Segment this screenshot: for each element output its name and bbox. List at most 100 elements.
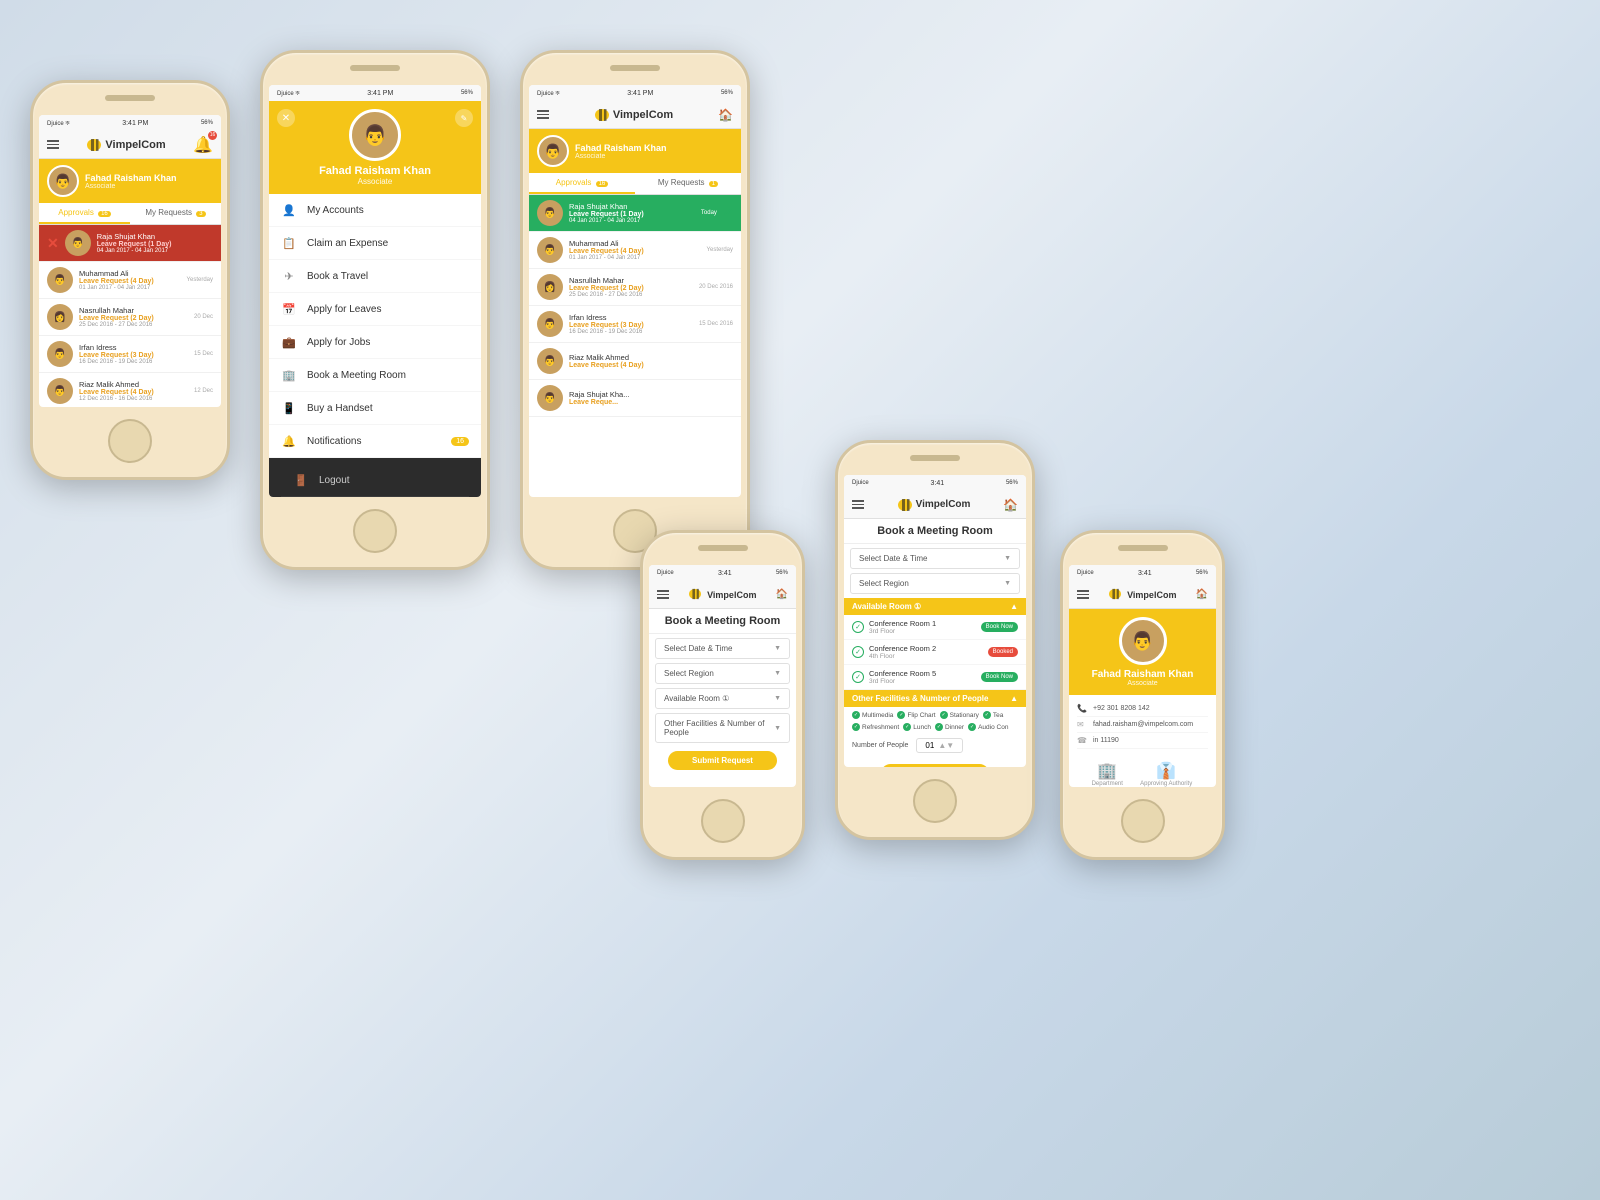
page-title-5: Book a Meeting Room xyxy=(844,519,1026,544)
dept-item-6: 🏢 Department BSS xyxy=(1092,761,1123,787)
home-icon-4[interactable]: 🏠 xyxy=(776,589,788,600)
menu-label-handset: Buy a Handset xyxy=(307,403,373,414)
avatar-1-0: 👨 xyxy=(65,230,91,256)
item-date-3-0: 04 Jan 2017 - 04 Jan 2017 xyxy=(569,218,695,224)
phone-6-screen: Djuice 3:41 56% VimpelCom 🏠 xyxy=(1069,565,1216,787)
notif-badge-1: 16 xyxy=(208,131,217,140)
app-header-3: VimpelCom 🏠 xyxy=(529,101,741,129)
menu-label-meeting: Book a Meeting Room xyxy=(307,370,406,381)
home-icon-3[interactable]: 🏠 xyxy=(718,108,733,122)
item-name-1-4: Riaz Malik Ahmed xyxy=(79,380,188,389)
reject-icon-1-0[interactable]: ✕ xyxy=(47,235,59,252)
facilities-section-header-5[interactable]: Other Facilities & Number of People ▲ xyxy=(844,690,1026,707)
list-item-3-0[interactable]: 👨 Raja Shujat Khan Leave Request (1 Day)… xyxy=(529,195,741,232)
status-bar-3: Djuice ক 3:41 PM 56% xyxy=(529,85,741,101)
hamburger-menu-4[interactable] xyxy=(657,590,669,599)
room-item-5-2[interactable]: ✓ Conference Room 5 3rd Floor Book Now xyxy=(844,665,1026,690)
timestamp-1-3: 15 Dec xyxy=(194,351,213,357)
menu-item-buy-handset[interactable]: 📱 Buy a Handset xyxy=(269,392,481,425)
book-btn-5-0[interactable]: Book Now xyxy=(981,622,1018,632)
facility-check-lunch: ✓ xyxy=(903,723,911,731)
profile-phone-value: +92 301 8208 142 xyxy=(1093,705,1150,712)
edit-button-2[interactable]: ✎ xyxy=(455,109,473,127)
home-icon-6[interactable]: 🏠 xyxy=(1196,589,1208,600)
book-btn-5-1[interactable]: Booked xyxy=(988,647,1018,657)
dropdown-datetime-4[interactable]: Select Date & Time ▼ xyxy=(655,638,790,659)
people-input-5[interactable]: 01 ▲▼ xyxy=(916,738,963,753)
facility-multimedia[interactable]: ✓ Multimedia xyxy=(852,711,893,719)
facility-stationary[interactable]: ✓ Stationary xyxy=(940,711,979,719)
book-btn-5-2[interactable]: Book Now xyxy=(981,672,1018,682)
menu-item-my-accounts[interactable]: 👤 My Accounts xyxy=(269,194,481,227)
battery-5: 56% xyxy=(1006,480,1018,486)
list-item-3-5[interactable]: 👨 Raja Shujat Kha... Leave Reque... xyxy=(529,380,741,417)
room-item-5-1[interactable]: ✓ Conference Room 2 4th Floor Booked xyxy=(844,640,1026,665)
facility-label-stationary: Stationary xyxy=(950,712,979,719)
facility-lunch[interactable]: ✓ Lunch xyxy=(903,723,931,731)
hamburger-menu-5[interactable] xyxy=(852,500,864,509)
facility-refreshment[interactable]: ✓ Refreshment xyxy=(852,723,899,731)
hamburger-menu-3[interactable] xyxy=(537,110,549,119)
app-logo-4: VimpelCom xyxy=(688,588,756,602)
list-item-1-3[interactable]: 👨 Irfan Idress Leave Request (3 Day) 16 … xyxy=(39,336,221,373)
room-floor-5-0: 3rd Floor xyxy=(869,628,976,635)
dropdown-datetime-5[interactable]: Select Date & Time ▼ xyxy=(850,548,1020,569)
list-item-3-4[interactable]: 👨 Riaz Malik Ahmed Leave Request (4 Day) xyxy=(529,343,741,380)
menu-item-apply-jobs[interactable]: 💼 Apply for Jobs xyxy=(269,326,481,359)
menu-item-notifications[interactable]: 🔔 Notifications 16 xyxy=(269,425,481,458)
time-3: 3:41 PM xyxy=(627,90,653,97)
menu-label-leaves: Apply for Leaves xyxy=(307,304,382,315)
list-item-1-2[interactable]: 👩 Nasrullah Mahar Leave Request (2 Day) … xyxy=(39,299,221,336)
tab-myrequests-1[interactable]: My Requests 3 xyxy=(130,203,221,224)
notification-icon-1[interactable]: 🔔 16 xyxy=(193,135,213,155)
list-item-3-2[interactable]: 👩 Nasrullah Mahar Leave Request (2 Day) … xyxy=(529,269,741,306)
dropdown-facilities-4[interactable]: Other Facilities & Number of People ▼ xyxy=(655,713,790,743)
facility-label-dinner: Dinner xyxy=(945,724,964,731)
menu-item-book-travel[interactable]: ✈ Book a Travel xyxy=(269,260,481,293)
dropdown-rooms-4[interactable]: Available Room ① ▼ xyxy=(655,688,790,709)
rooms-section-header-5[interactable]: Available Room ① ▲ xyxy=(844,598,1026,615)
facility-dinner[interactable]: ✓ Dinner xyxy=(935,723,964,731)
room-item-5-0[interactable]: ✓ Conference Room 1 3rd Floor Book Now xyxy=(844,615,1026,640)
profile-email-field: ✉ fahad.raisham@vimpelcom.com xyxy=(1077,717,1208,733)
tab-approvals-1[interactable]: Approvals 16 xyxy=(39,203,130,224)
list-item-1-4[interactable]: 👨 Riaz Malik Ahmed Leave Request (4 Day)… xyxy=(39,373,221,407)
hamburger-menu-6[interactable] xyxy=(1077,590,1089,599)
profile-avatar-6: 👨 xyxy=(1119,617,1167,665)
facility-tea[interactable]: ✓ Tea xyxy=(983,711,1003,719)
status-bar-2: Djuice ক 3:41 PM 56% xyxy=(269,85,481,101)
item-info-3-0: Raja Shujat Khan Leave Request (1 Day) 0… xyxy=(569,202,695,224)
room-check-5-2: ✓ xyxy=(852,671,864,683)
facility-audiocon[interactable]: ✓ Audio Con xyxy=(968,723,1008,731)
menu-item-book-meeting[interactable]: 🏢 Book a Meeting Room xyxy=(269,359,481,392)
submit-button-4[interactable]: Submit Request xyxy=(668,751,777,770)
approve-icon-3-0[interactable]: ✓ xyxy=(723,206,733,220)
menu-label-logout: Logout xyxy=(319,475,350,486)
home-icon-5[interactable]: 🏠 xyxy=(1003,498,1018,512)
submit-button-5[interactable]: Submit Request xyxy=(881,764,990,767)
dropdown-region-5[interactable]: Select Region ▼ xyxy=(850,573,1020,594)
battery-1: 56% xyxy=(201,120,213,126)
menu-item-logout[interactable]: 🚪 Logout xyxy=(281,464,469,497)
item-info-3-3: Irfan Idress Leave Request (3 Day) 16 De… xyxy=(569,313,693,335)
tab-myrequests-3[interactable]: My Requests 1 xyxy=(635,173,741,194)
stepper-5[interactable]: ▲▼ xyxy=(938,743,954,749)
list-3: 👨 Raja Shujat Khan Leave Request (1 Day)… xyxy=(529,195,741,417)
list-item-1-1[interactable]: 👨 Muhammad Ali Leave Request (4 Day) 01 … xyxy=(39,262,221,299)
tab-approvals-3[interactable]: Approvals 16 xyxy=(529,173,635,194)
close-button-2[interactable]: ✕ xyxy=(277,109,295,127)
menu-item-claim-expense[interactable]: 📋 Claim an Expense xyxy=(269,227,481,260)
dropdown-region-4[interactable]: Select Region ▼ xyxy=(655,663,790,684)
list-item-3-3[interactable]: 👨 Irfan Idress Leave Request (3 Day) 16 … xyxy=(529,306,741,343)
item-name-1-2: Nasrullah Mahar xyxy=(79,306,188,315)
list-item-3-1[interactable]: 👨 Muhammad Ali Leave Request (4 Day) 01 … xyxy=(529,232,741,269)
app-name-1: VimpelCom xyxy=(105,139,165,151)
room-info-5-2: Conference Room 5 3rd Floor xyxy=(869,669,976,685)
hamburger-menu-1[interactable] xyxy=(47,140,59,149)
facility-label-flipchart: Flip Chart xyxy=(907,712,935,719)
facility-flipchart[interactable]: ✓ Flip Chart xyxy=(897,711,935,719)
list-item-1-0[interactable]: ✕ 👨 Raja Shujat Khan Leave Request (1 Da… xyxy=(39,225,221,262)
menu-item-apply-leaves[interactable]: 📅 Apply for Leaves xyxy=(269,293,481,326)
item-type-3-3: Leave Request (3 Day) xyxy=(569,322,693,329)
rooms-section-chevron-5: ▲ xyxy=(1010,602,1018,611)
